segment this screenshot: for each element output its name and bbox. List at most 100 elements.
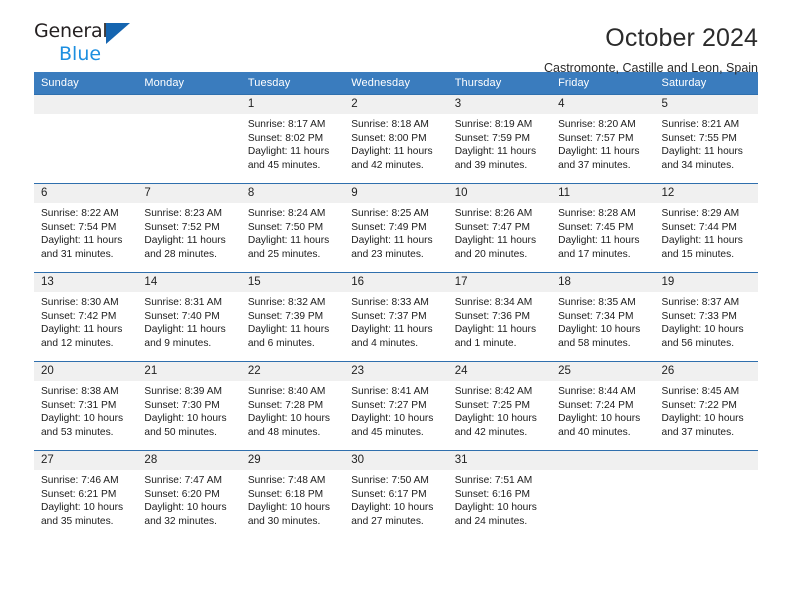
day-number: 12 xyxy=(654,184,758,203)
calendar-day-cell[interactable]: 21 Sunrise: 8:39 AM Sunset: 7:30 PM Dayligh… xyxy=(137,361,241,451)
calendar-day-cell[interactable]: 29 Sunrise: 7:48 AM Sunset: 6:18 PM Dayligh… xyxy=(240,450,345,540)
day-details: Sunrise: 8:24 AM Sunset: 7:50 PM Daylight:… xyxy=(241,203,344,261)
calendar-day-cell[interactable]: 5 Sunrise: 8:21 AM Sunset: 7:55 PM Daylight… xyxy=(654,94,758,184)
calendar-day-cell[interactable]: 18 Sunrise: 8:35 AM Sunset: 7:34 PM Dayligh… xyxy=(551,272,655,362)
weekday-header-monday: Monday xyxy=(137,72,241,95)
calendar-day-cell[interactable]: 17 Sunrise: 8:34 AM Sunset: 7:36 PM Dayligh… xyxy=(447,272,552,362)
sunrise-time: Sunrise: 8:35 AM xyxy=(558,297,636,308)
sunrise-time: Sunrise: 7:46 AM xyxy=(41,475,119,486)
daylight-duration-line1: Daylight: 10 hours xyxy=(558,324,641,336)
sunrise-time: Sunrise: 8:25 AM xyxy=(351,208,429,219)
day-details: Sunrise: 8:20 AM Sunset: 7:57 PM Daylight:… xyxy=(551,114,654,172)
day-details: Sunrise: 8:45 AM Sunset: 7:22 PM Daylight:… xyxy=(655,381,758,439)
daylight-duration-line1: Daylight: 11 hours xyxy=(454,324,537,336)
calendar-week-row: 6 Sunrise: 8:22 AM Sunset: 7:54 PM Daylight… xyxy=(34,183,758,273)
sunset-time: Sunset: 7:54 PM xyxy=(41,221,117,233)
calendar-day-cell[interactable]: 14 Sunrise: 8:31 AM Sunset: 7:40 PM Dayligh… xyxy=(137,272,241,362)
day-details: Sunrise: 8:41 AM Sunset: 7:27 PM Daylight:… xyxy=(344,381,447,439)
sunset-time: Sunset: 7:59 PM xyxy=(454,132,531,144)
daylight-duration-line2: and 48 minutes. xyxy=(247,426,321,438)
sunrise-time: Sunrise: 8:40 AM xyxy=(247,386,326,397)
calendar-day-cell[interactable]: 30 Sunrise: 7:50 AM Sunset: 6:17 PM Dayligh… xyxy=(344,450,448,540)
daylight-duration-line1: Daylight: 11 hours xyxy=(247,146,330,158)
sunrise-time: Sunrise: 7:50 AM xyxy=(351,475,429,486)
calendar-day-cell[interactable]: 22 Sunrise: 8:40 AM Sunset: 7:28 PM Dayligh… xyxy=(240,361,345,451)
sunrise-time: Sunrise: 8:30 AM xyxy=(41,297,119,308)
sunset-time: Sunset: 6:16 PM xyxy=(454,488,531,500)
daylight-duration-line2: and 31 minutes. xyxy=(41,248,114,260)
day-number: 2 xyxy=(344,95,448,114)
sunset-time: Sunset: 7:33 PM xyxy=(661,310,737,322)
daylight-duration-line2: and 32 minutes. xyxy=(144,515,217,527)
weekday-header-thursday: Thursday xyxy=(447,72,552,95)
calendar-week-row: 20 Sunrise: 8:38 AM Sunset: 7:31 PM Dayligh… xyxy=(34,361,758,451)
daylight-duration-line1: Daylight: 10 hours xyxy=(454,502,537,514)
calendar-day-cell[interactable]: 28 Sunrise: 7:47 AM Sunset: 6:20 PM Dayligh… xyxy=(137,450,241,540)
weekday-header-sunday: Sunday xyxy=(34,72,138,95)
page-subtitle: Castromonte, Castille and Leon, Spain xyxy=(543,60,758,75)
calendar-day-cell[interactable]: 1 Sunrise: 8:17 AM Sunset: 8:02 PM Daylight… xyxy=(240,94,345,184)
calendar-day-cell[interactable]: 9 Sunrise: 8:25 AM Sunset: 7:49 PM Daylight… xyxy=(344,183,448,273)
calendar-day-cell[interactable]: 2 Sunrise: 8:18 AM Sunset: 8:00 PM Daylight… xyxy=(344,94,448,184)
calendar-day-cell[interactable]: 20 Sunrise: 8:38 AM Sunset: 7:31 PM Dayligh… xyxy=(34,361,138,451)
day-details: Sunrise: 8:38 AM Sunset: 7:31 PM Daylight:… xyxy=(34,381,137,439)
sunrise-time: Sunrise: 8:42 AM xyxy=(454,386,533,397)
calendar-day-cell[interactable]: 24 Sunrise: 8:42 AM Sunset: 7:25 PM Dayligh… xyxy=(447,361,552,451)
daylight-duration-line1: Daylight: 10 hours xyxy=(41,413,124,425)
sunrise-time: Sunrise: 8:19 AM xyxy=(454,119,533,130)
calendar-day-cell[interactable]: 6 Sunrise: 8:22 AM Sunset: 7:54 PM Daylight… xyxy=(34,183,138,273)
day-number: 29 xyxy=(240,451,345,470)
day-details xyxy=(655,470,758,474)
logo-general-text: General xyxy=(34,20,108,42)
calendar-day-cell[interactable]: 7 Sunrise: 8:23 AM Sunset: 7:52 PM Daylight… xyxy=(137,183,241,273)
calendar-day-cell[interactable]: 8 Sunrise: 8:24 AM Sunset: 7:50 PM Daylight… xyxy=(240,183,345,273)
calendar-day-cell[interactable]: 10 Sunrise: 8:26 AM Sunset: 7:47 PM Dayligh… xyxy=(447,183,552,273)
daylight-duration-line2: and 39 minutes. xyxy=(454,159,528,171)
calendar-day-cell[interactable]: 16 Sunrise: 8:33 AM Sunset: 7:37 PM Dayligh… xyxy=(344,272,448,362)
calendar-day-cell[interactable]: 12 Sunrise: 8:29 AM Sunset: 7:44 PM Dayligh… xyxy=(654,183,758,273)
day-number: 25 xyxy=(551,362,655,381)
day-details: Sunrise: 8:28 AM Sunset: 7:45 PM Daylight:… xyxy=(551,203,654,261)
day-number: 6 xyxy=(34,184,138,203)
daylight-duration-line2: and 45 minutes. xyxy=(351,426,424,438)
daylight-duration-line2: and 34 minutes. xyxy=(661,159,735,171)
calendar-day-cell[interactable]: 4 Sunrise: 8:20 AM Sunset: 7:57 PM Daylight… xyxy=(551,94,655,184)
sunset-time: Sunset: 7:57 PM xyxy=(558,132,634,144)
daylight-duration-line2: and 37 minutes. xyxy=(661,426,735,438)
day-details: Sunrise: 7:51 AM Sunset: 6:16 PM Daylight:… xyxy=(448,470,551,528)
sunset-time: Sunset: 7:40 PM xyxy=(144,310,220,322)
daylight-duration-line2: and 9 minutes. xyxy=(144,337,212,349)
day-number: 23 xyxy=(344,362,448,381)
calendar-page: General Blue October 2024 Castromonte, C… xyxy=(0,0,792,612)
calendar-day-cell[interactable]: 31 Sunrise: 7:51 AM Sunset: 6:16 PM Dayligh… xyxy=(447,450,552,540)
daylight-duration-line1: Daylight: 10 hours xyxy=(247,502,330,514)
daylight-duration-line1: Daylight: 10 hours xyxy=(661,324,744,336)
sunrise-time: Sunrise: 8:18 AM xyxy=(351,119,429,130)
generalblue-logo[interactable]: General Blue xyxy=(34,22,146,64)
calendar-day-cell[interactable]: 27 Sunrise: 7:46 AM Sunset: 6:21 PM Dayligh… xyxy=(34,450,138,540)
day-details: Sunrise: 8:22 AM Sunset: 7:54 PM Daylight:… xyxy=(34,203,137,261)
calendar-day-cell[interactable]: 26 Sunrise: 8:45 AM Sunset: 7:22 PM Dayligh… xyxy=(654,361,758,451)
daylight-duration-line2: and 25 minutes. xyxy=(247,248,321,260)
sunrise-time: Sunrise: 8:20 AM xyxy=(558,119,636,130)
sunset-time: Sunset: 8:02 PM xyxy=(247,132,324,144)
day-details: Sunrise: 8:44 AM Sunset: 7:24 PM Daylight:… xyxy=(551,381,654,439)
daylight-duration-line1: Daylight: 11 hours xyxy=(144,324,226,336)
day-number: 20 xyxy=(34,362,138,381)
sunrise-time: Sunrise: 8:34 AM xyxy=(454,297,533,308)
daylight-duration-line2: and 28 minutes. xyxy=(144,248,217,260)
calendar-day-cell[interactable]: 13 Sunrise: 8:30 AM Sunset: 7:42 PM Dayligh… xyxy=(34,272,138,362)
calendar-day-cell[interactable]: 23 Sunrise: 8:41 AM Sunset: 7:27 PM Dayligh… xyxy=(344,361,448,451)
sunrise-time: Sunrise: 8:45 AM xyxy=(661,386,740,397)
calendar-day-cell[interactable]: 11 Sunrise: 8:28 AM Sunset: 7:45 PM Dayligh… xyxy=(551,183,655,273)
day-number: 9 xyxy=(344,184,448,203)
page-header: General Blue October 2024 Castromonte, C… xyxy=(34,0,758,75)
calendar-day-cell[interactable]: 19 Sunrise: 8:37 AM Sunset: 7:33 PM Dayligh… xyxy=(654,272,758,362)
sunset-time: Sunset: 7:37 PM xyxy=(351,310,427,322)
calendar-day-cell[interactable]: 3 Sunrise: 8:19 AM Sunset: 7:59 PM Daylight… xyxy=(447,94,552,184)
day-details xyxy=(551,470,654,474)
day-details: Sunrise: 8:25 AM Sunset: 7:49 PM Daylight:… xyxy=(344,203,447,261)
day-details: Sunrise: 7:46 AM Sunset: 6:21 PM Daylight:… xyxy=(34,470,137,528)
calendar-day-cell[interactable]: 25 Sunrise: 8:44 AM Sunset: 7:24 PM Dayligh… xyxy=(551,361,655,451)
calendar-day-cell[interactable]: 15 Sunrise: 8:32 AM Sunset: 7:39 PM Dayligh… xyxy=(240,272,345,362)
